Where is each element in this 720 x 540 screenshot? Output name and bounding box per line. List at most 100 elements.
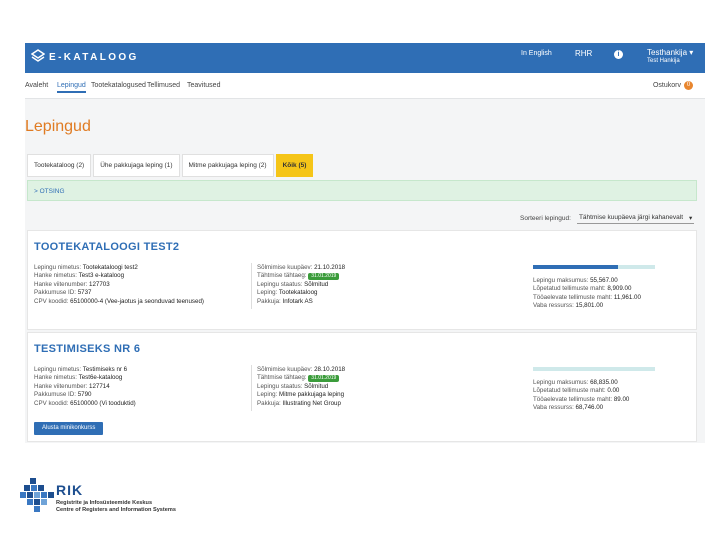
chevron-down-icon: ▾: [689, 215, 693, 222]
field-value: Tootekataloog: [278, 289, 318, 297]
app-window: E-KATALOOG In English RHR i Testhankija …: [25, 43, 705, 443]
field-label: Lepingu maksumus:: [533, 277, 589, 284]
main-nav: Avaleht Lepingud Tootekatalogused Tellim…: [25, 73, 705, 99]
field-label: CPV koodid:: [34, 297, 69, 305]
nav-item-teavitused[interactable]: Teavitused: [187, 82, 220, 89]
contract-details: Lepingu nimetus: Tootekataloogi test2 Ha…: [34, 264, 249, 306]
sort-value: Tähtmise kuupäeva järgi kahanevalt: [578, 214, 684, 221]
field-value: Testimiseks nr 6: [82, 366, 128, 373]
contract-title[interactable]: TOOTEKATALOOGI TEST2: [34, 241, 179, 253]
field-label: Tööaelevate tellimuste maht:: [533, 395, 613, 403]
contract-details: Lepingu nimetus: Testimiseks nr 6 Hanke …: [34, 366, 249, 408]
nav-item-tootekatalogused[interactable]: Tootekatalogused: [91, 82, 146, 89]
field-label: Pakkumuse ID:: [34, 289, 76, 297]
tab-mitme-pakkujaga[interactable]: Mitme pakkujaga leping (2): [181, 154, 274, 177]
field-value: 127714: [89, 382, 110, 390]
tab-koik[interactable]: Kõik (5): [275, 154, 314, 177]
field-value: Illustrating Net Group: [282, 399, 341, 407]
field-label: Pakkuja:: [257, 399, 281, 407]
search-toggle[interactable]: > OTSING: [27, 180, 697, 201]
field-value: Tootekataloogi test2: [82, 264, 138, 271]
sort-select[interactable]: Tähtmise kuupäeva järgi kahanevalt ▾: [576, 213, 695, 224]
field-label: Lepingu maksumus:: [533, 379, 589, 386]
field-value: 89.00: [613, 395, 630, 403]
field-value: Test6e-kataloog: [78, 374, 123, 382]
user-org: Test Hankija: [647, 58, 680, 64]
field-label: Tähtmise tähtaeg:: [257, 374, 307, 382]
field-value: 65100000 (Vi tooduktid): [70, 399, 136, 407]
budget-progress-fill: [533, 265, 619, 269]
rhr-link[interactable]: RHR: [575, 49, 592, 58]
logo-text: E-KATALOOG: [49, 51, 139, 63]
sort-control: Sorteeri lepingud: Tähtmise kuupäeva jär…: [520, 213, 695, 224]
contract-tabs: Tootekataloog (2) Ühe pakkujaga leping (…: [27, 154, 315, 177]
logo-icon: [31, 49, 45, 62]
field-label: Tööaelevate tellimuste maht:: [533, 293, 613, 301]
field-label: Pakkumuse ID:: [34, 391, 76, 399]
rik-name-et: Registrite ja Infosüsteemide Keskus: [56, 500, 153, 506]
field-value: Infotark AS: [282, 297, 313, 305]
field-value: Test3 e-kataloog: [78, 272, 125, 280]
field-value: 28.10.2018: [314, 366, 346, 373]
nav-item-lepingud[interactable]: Lepingud: [57, 82, 86, 93]
field-value: Sõlmitud: [304, 382, 329, 390]
field-label: Lõpetatud tellimuste maht:: [533, 285, 606, 293]
field-label: Lepingu staatus:: [257, 382, 303, 390]
sort-label: Sorteeri lepingud:: [520, 215, 571, 222]
field-label: Lepingu nimetus:: [34, 366, 82, 373]
field-label: Lepingu nimetus:: [34, 264, 82, 271]
chevron-down-icon: ▾: [689, 48, 694, 57]
rik-subtitle: Registrite ja Infosüsteemide Keskus Cent…: [56, 500, 176, 514]
info-icon[interactable]: i: [614, 50, 623, 59]
column-divider: [251, 263, 252, 309]
field-label: Leping:: [257, 391, 278, 399]
field-label: CPV koodid:: [34, 399, 69, 407]
field-value: 65100000-4 (Vee-jaotus ja seonduvad teen…: [70, 297, 204, 305]
field-label: Lepingu staatus:: [257, 280, 303, 288]
field-label: Leping:: [257, 289, 278, 297]
field-value: Sõlmitud: [304, 280, 329, 288]
contract-status: Sõlmimise kuupäev: 21.10.2018 Tähtmise t…: [257, 264, 407, 306]
field-label: Tähtmise tähtaeg:: [257, 272, 307, 280]
tab-uhe-pakkujaga[interactable]: Ühe pakkujaga leping (1): [93, 154, 180, 177]
field-value: 5737: [77, 289, 92, 297]
nav-item-avaleht[interactable]: Avaleht: [25, 82, 48, 89]
nav-item-tellimused[interactable]: Tellimused: [147, 82, 180, 89]
cart-link[interactable]: Ostukorv 0: [653, 81, 693, 90]
field-label: Sõlmimise kuupäev:: [257, 264, 313, 271]
field-value: 21.10.2018: [314, 264, 346, 271]
column-divider: [251, 365, 252, 411]
field-label: Sõlmimise kuupäev:: [257, 366, 313, 373]
contract-title[interactable]: TESTIMISEKS NR 6: [34, 343, 140, 355]
field-value: 68,835.00: [590, 379, 618, 386]
field-value: 5790: [77, 391, 92, 399]
contract-card[interactable]: TOOTEKATALOOGI TEST2 Lepingu nimetus: To…: [27, 230, 697, 330]
contract-budget: Lepingu maksumus: 55,567.00 Lõpetatud te…: [533, 277, 693, 311]
field-value: Mitme pakkujaga leping: [279, 391, 345, 399]
field-label: Lõpetatud tellimuste maht:: [533, 387, 606, 395]
cart-label: Ostukorv: [652, 82, 681, 89]
logo[interactable]: E-KATALOOG: [31, 49, 139, 65]
contract-card[interactable]: TESTIMISEKS NR 6 Lepingu nimetus: Testim…: [27, 332, 697, 442]
field-value: 68,746.00: [575, 404, 604, 412]
page-title: Lepingud: [25, 118, 91, 135]
field-value: 127703: [89, 280, 110, 288]
field-value: 8,909.00: [607, 285, 632, 293]
cart-count-badge: 0: [684, 81, 693, 90]
user-menu[interactable]: Testhankija ▾ Test Hankija: [647, 48, 693, 66]
tab-tootekataloog[interactable]: Tootekataloog (2): [27, 154, 92, 177]
budget-progress-bar: [533, 367, 655, 371]
field-label: Hanke viitenumber:: [34, 280, 88, 288]
contract-status: Sõlmimise kuupäev: 28.10.2018 Tähtmise t…: [257, 366, 407, 408]
field-value: 11,961.00: [613, 293, 641, 301]
field-value: 0.00: [607, 387, 620, 395]
rik-logo-icon: [20, 478, 54, 512]
field-label: Hanke nimetus:: [34, 272, 77, 280]
field-label: Hanke nimetus:: [34, 374, 77, 382]
deadline-badge: 31.01.2019: [308, 273, 340, 281]
budget-progress-bar: [533, 265, 655, 269]
language-switch[interactable]: In English: [521, 50, 552, 57]
start-mini-competition-button[interactable]: Alusta minikonkurss: [34, 422, 104, 435]
field-value: 55,567.00: [590, 277, 618, 284]
contract-budget: Lepingu maksumus: 68,835.00 Lõpetatud te…: [533, 379, 693, 413]
